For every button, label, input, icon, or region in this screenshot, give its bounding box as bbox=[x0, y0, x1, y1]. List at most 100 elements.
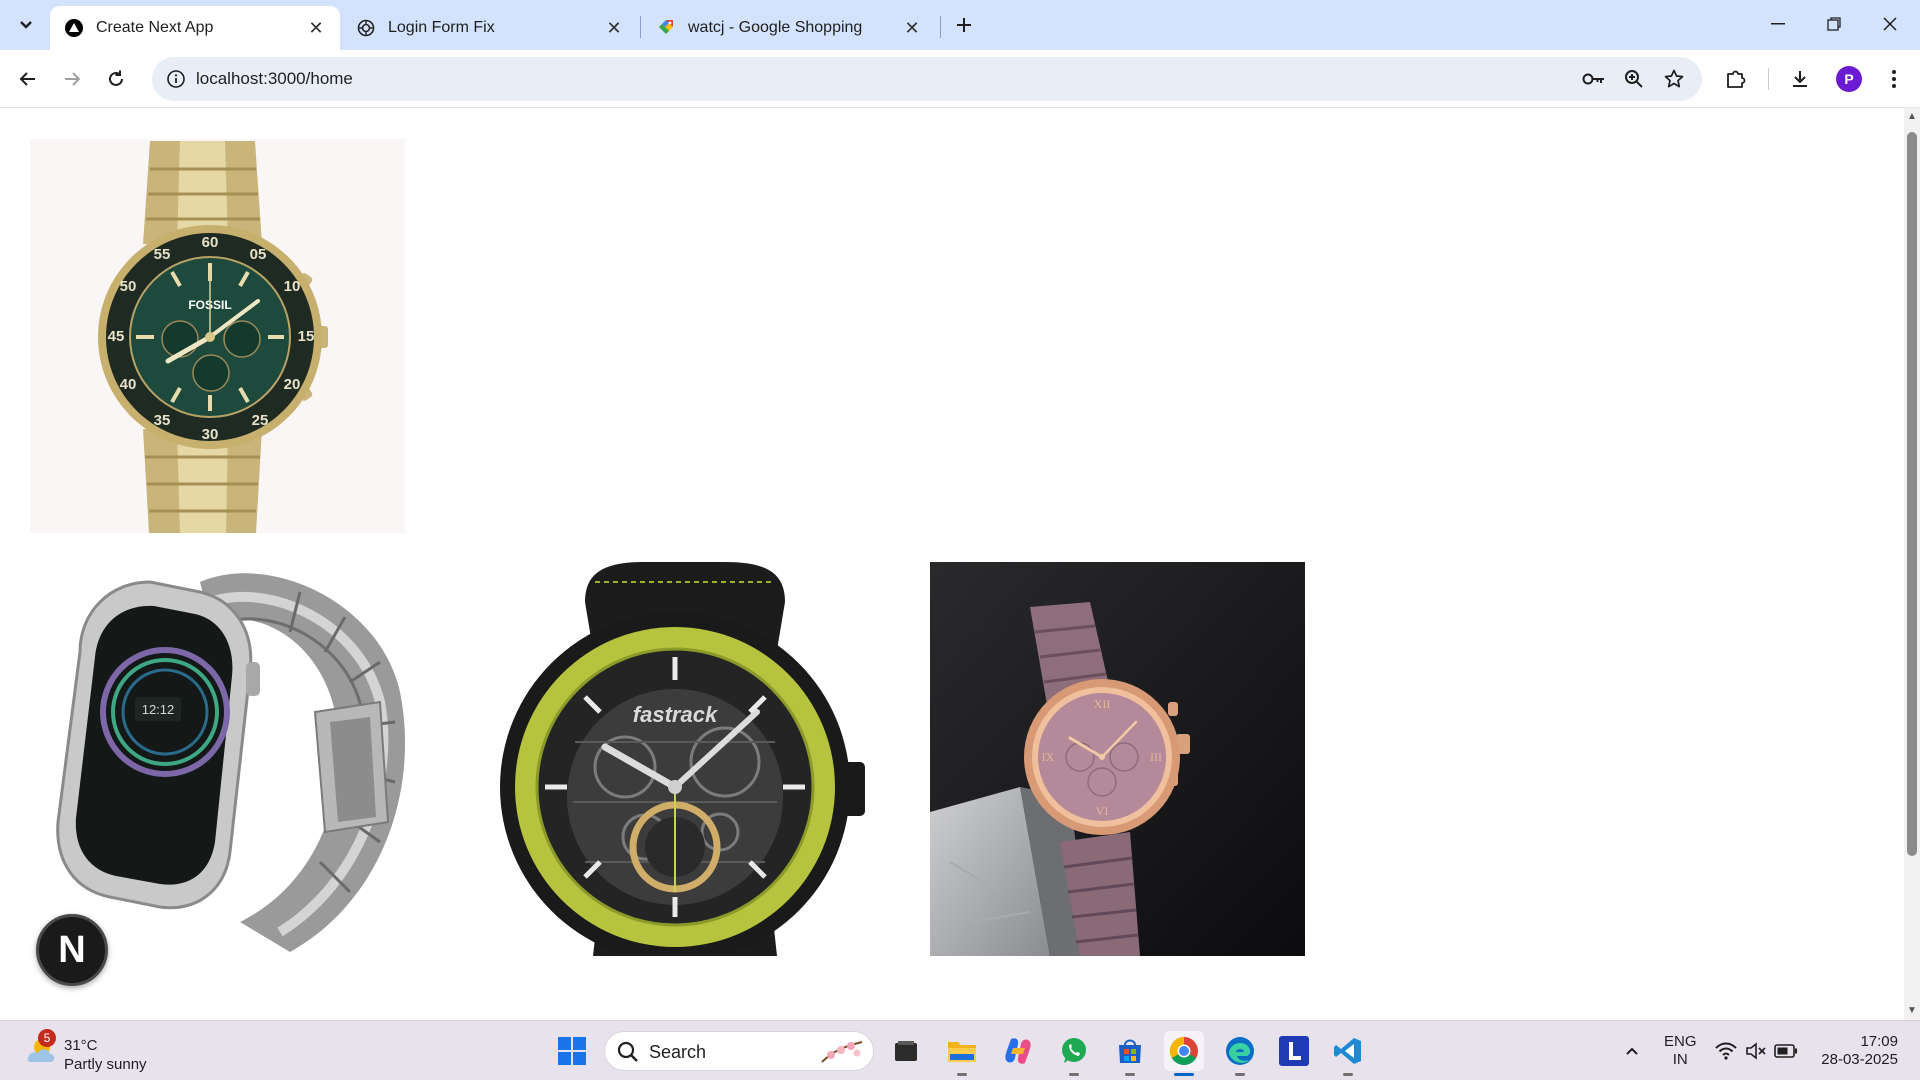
clock-time: 17:09 bbox=[1860, 1033, 1898, 1050]
tab-google-shopping[interactable]: watcj - Google Shopping ✕ bbox=[642, 6, 936, 50]
downloads-button[interactable] bbox=[1782, 61, 1818, 97]
password-key-icon[interactable] bbox=[1578, 63, 1610, 95]
weather-alert-badge: 5 bbox=[38, 1029, 56, 1047]
volume-muted-icon[interactable] bbox=[1744, 1039, 1768, 1063]
tab-separator bbox=[640, 16, 641, 38]
url-text[interactable]: localhost:3000/home bbox=[196, 69, 353, 89]
search-icon bbox=[617, 1041, 638, 1062]
taskbar-app-copilot[interactable] bbox=[998, 1031, 1038, 1071]
wifi-icon[interactable] bbox=[1714, 1039, 1738, 1063]
minimize-icon bbox=[1771, 23, 1785, 25]
start-button[interactable] bbox=[552, 1031, 592, 1071]
page-content: 60 05 10 15 20 25 30 35 40 45 50 55 FOSS… bbox=[0, 108, 1904, 1020]
nextjs-triangle-icon bbox=[64, 18, 84, 38]
tab-create-next-app[interactable]: Create Next App ✕ bbox=[50, 6, 340, 50]
page-scrollbar[interactable]: ▲ ▼ bbox=[1904, 108, 1920, 1020]
taskbar-app-task-view[interactable] bbox=[886, 1031, 926, 1071]
taskbar-search-box[interactable]: Search bbox=[604, 1031, 874, 1071]
chevron-up-icon bbox=[1626, 1047, 1638, 1055]
close-icon bbox=[1883, 17, 1897, 31]
product-card[interactable]: 12:12 bbox=[50, 562, 425, 956]
profile-avatar[interactable]: P bbox=[1836, 66, 1862, 92]
taskbar-clock[interactable]: 17:09 28-03-2025 bbox=[1818, 1033, 1898, 1069]
scrollbar-thumb[interactable] bbox=[1907, 132, 1917, 856]
close-window-button[interactable] bbox=[1862, 0, 1918, 48]
folder-icon bbox=[948, 1042, 976, 1062]
back-button[interactable] bbox=[10, 61, 46, 97]
tab-login-form-fix[interactable]: Login Form Fix ✕ bbox=[342, 6, 638, 50]
arrow-right-icon bbox=[65, 72, 81, 86]
forward-button[interactable] bbox=[54, 61, 90, 97]
product-card[interactable]: fastrack bbox=[495, 562, 870, 956]
taskbar-app-file-explorer[interactable] bbox=[942, 1031, 982, 1076]
scroll-down-arrow-icon[interactable]: ▼ bbox=[1907, 1006, 1917, 1016]
running-indicator bbox=[1125, 1073, 1135, 1076]
product-card[interactable]: 60 05 10 15 20 25 30 35 40 45 50 55 FOSS… bbox=[30, 139, 405, 533]
weather-condition: Partly sunny bbox=[64, 1056, 147, 1073]
puzzle-icon bbox=[1727, 70, 1746, 88]
whatsapp-icon bbox=[1062, 1038, 1086, 1063]
product-image-fossil-watch: 60 05 10 15 20 25 30 35 40 45 50 55 FOSS… bbox=[98, 141, 328, 533]
reload-icon bbox=[109, 70, 123, 86]
running-indicator bbox=[1174, 1073, 1194, 1076]
toolbar-separator bbox=[1768, 68, 1769, 90]
running-indicator bbox=[1235, 1073, 1245, 1076]
more-vertical-icon bbox=[1892, 70, 1896, 88]
copilot-icon bbox=[1005, 1038, 1031, 1064]
product-card[interactable]: XII III VI IX bbox=[930, 562, 1305, 956]
reload-button[interactable] bbox=[98, 61, 134, 97]
taskbar-app-whatsapp[interactable] bbox=[1054, 1031, 1094, 1076]
region-code: IN bbox=[1672, 1051, 1688, 1068]
weather-widget[interactable]: 5 31°C Partly sunny bbox=[24, 1029, 164, 1073]
site-info-icon[interactable] bbox=[160, 63, 192, 95]
svg-text:VI: VI bbox=[1096, 804, 1109, 818]
taskbar-app-vscode[interactable] bbox=[1328, 1031, 1368, 1076]
svg-text:05: 05 bbox=[250, 246, 267, 263]
arrow-left-icon bbox=[19, 72, 35, 86]
tab-close-icon[interactable]: ✕ bbox=[604, 18, 624, 38]
clock-date: 28-03-2025 bbox=[1821, 1051, 1898, 1068]
tab-title: watcj - Google Shopping bbox=[688, 19, 863, 36]
chatgpt-icon bbox=[356, 18, 376, 38]
svg-text:50: 50 bbox=[120, 278, 137, 295]
svg-text:IX: IX bbox=[1042, 750, 1055, 764]
svg-text:12:12: 12:12 bbox=[142, 702, 175, 717]
svg-text:30: 30 bbox=[202, 426, 219, 443]
taskbar-app-chrome[interactable] bbox=[1164, 1031, 1204, 1076]
download-icon bbox=[1793, 71, 1807, 87]
battery-icon[interactable] bbox=[1774, 1039, 1798, 1063]
minimize-button[interactable] bbox=[1750, 0, 1806, 48]
svg-text:45: 45 bbox=[108, 328, 125, 345]
running-indicator bbox=[957, 1073, 967, 1076]
edge-icon bbox=[1226, 1037, 1254, 1065]
tab-close-icon[interactable]: ✕ bbox=[902, 18, 922, 38]
l-app-icon bbox=[1279, 1036, 1309, 1066]
svg-text:10: 10 bbox=[284, 278, 301, 295]
svg-text:55: 55 bbox=[154, 246, 171, 263]
taskbar-app-l[interactable] bbox=[1274, 1031, 1314, 1071]
vscode-icon bbox=[1334, 1038, 1361, 1064]
browser-tab-strip: Create Next App ✕ Login Form Fix ✕ watcj… bbox=[0, 0, 1920, 50]
product-image-ladies-watch: XII III VI IX bbox=[930, 562, 1305, 956]
tab-close-icon[interactable]: ✕ bbox=[306, 18, 326, 38]
new-tab-button[interactable] bbox=[948, 9, 980, 41]
language-code: ENG bbox=[1664, 1033, 1697, 1050]
zoom-icon[interactable] bbox=[1618, 63, 1650, 95]
windows-logo-icon bbox=[558, 1037, 586, 1065]
running-indicator bbox=[1343, 1073, 1353, 1076]
address-bar[interactable]: localhost:3000/home bbox=[152, 57, 1702, 101]
show-hidden-icons-button[interactable] bbox=[1620, 1039, 1644, 1063]
taskbar-app-edge[interactable] bbox=[1220, 1031, 1260, 1076]
nextjs-dev-indicator[interactable]: N bbox=[36, 914, 108, 986]
bookmark-star-icon[interactable] bbox=[1658, 63, 1690, 95]
restore-button[interactable] bbox=[1806, 0, 1862, 48]
taskbar-app-microsoft-store[interactable] bbox=[1110, 1031, 1150, 1076]
browser-menu-button[interactable] bbox=[1876, 61, 1912, 97]
language-indicator[interactable]: ENG IN bbox=[1664, 1033, 1697, 1069]
tab-separator bbox=[940, 16, 941, 38]
chrome-icon bbox=[1170, 1037, 1198, 1065]
scroll-up-arrow-icon[interactable]: ▲ bbox=[1907, 112, 1917, 122]
extensions-button[interactable] bbox=[1718, 61, 1754, 97]
tab-search-button[interactable] bbox=[10, 9, 42, 41]
google-shopping-icon bbox=[656, 18, 676, 38]
